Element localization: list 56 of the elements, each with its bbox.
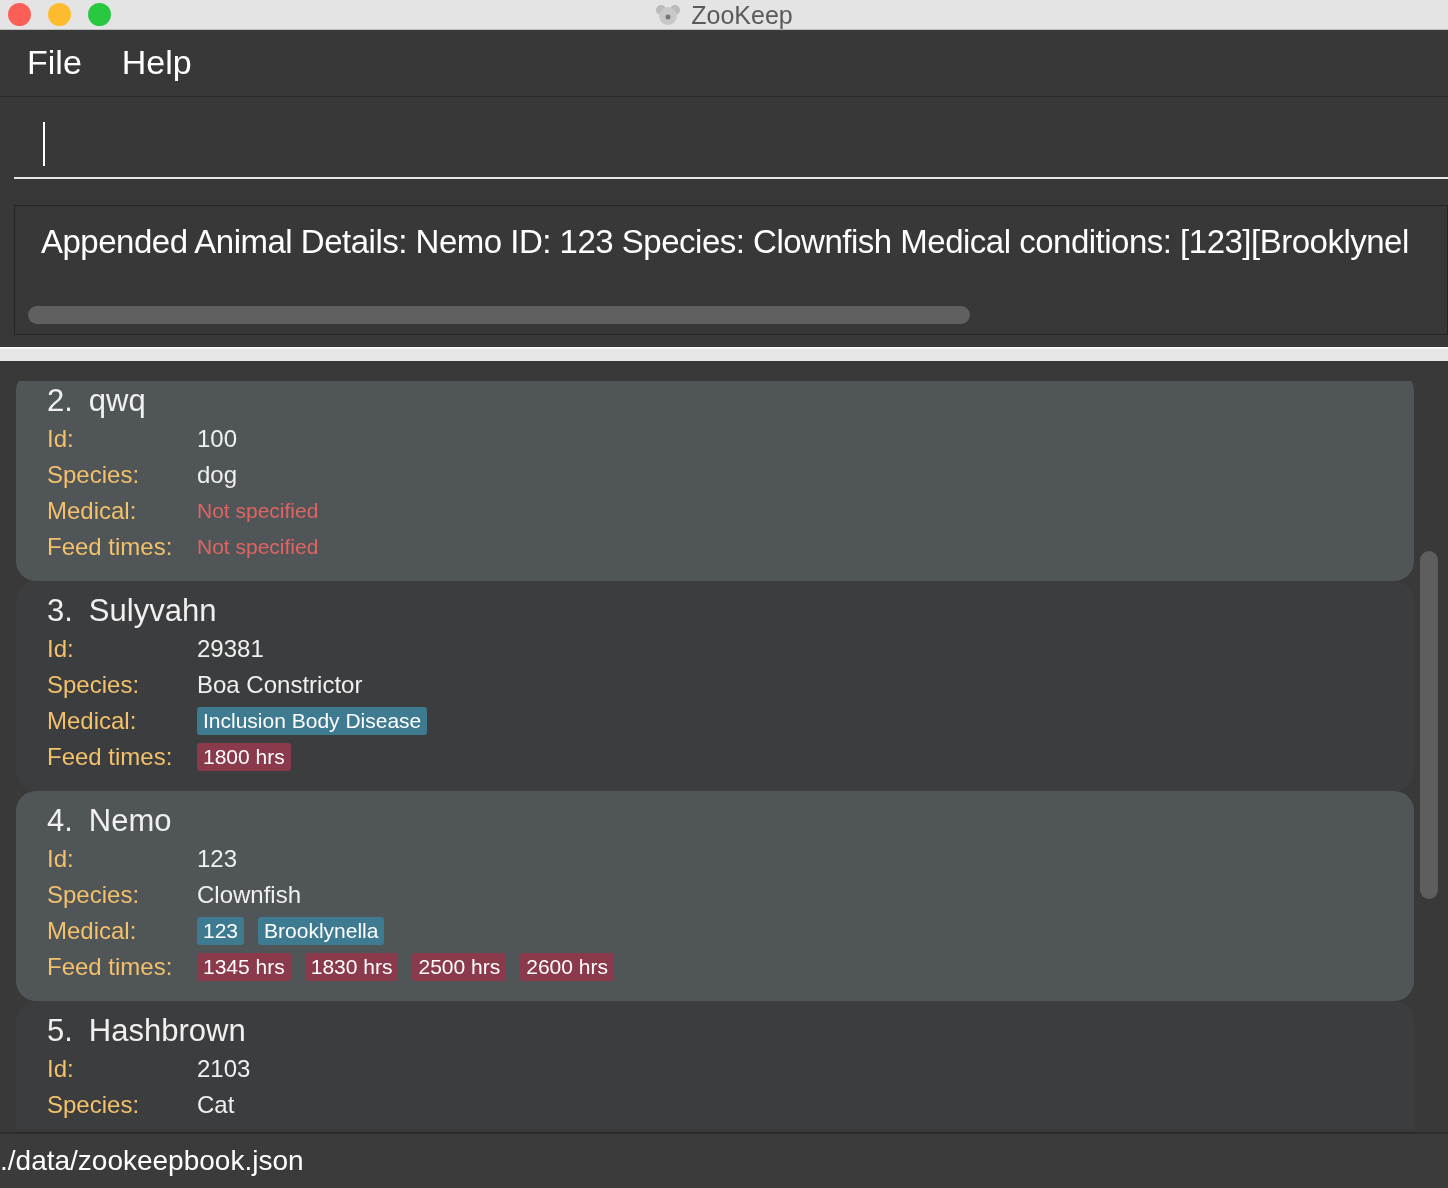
field-value: Cat (197, 1089, 235, 1120)
field-label: Feed times: (47, 951, 174, 982)
field-value: 100 (197, 423, 238, 454)
field-label: Species: (47, 1089, 141, 1120)
menu-item[interactable]: File (27, 37, 82, 89)
result-message: Appended Animal Details: Nemo ID: 123 Species: Clownfish Medical conditions: [123][Brooklynel (41, 221, 1410, 262)
field-label: Medical: (47, 495, 138, 526)
field-label: Id: (47, 423, 75, 454)
field-label: Id: (47, 1053, 75, 1084)
menu-item[interactable]: Help (121, 37, 192, 89)
field-label: Medical: (47, 705, 138, 736)
field-label: Feed times: (47, 531, 174, 562)
field-label: Feed times: (47, 741, 174, 772)
medical-tag: 123 (197, 916, 245, 945)
field-value: Not specified (197, 533, 319, 560)
feed-time-tag: 1345 hrs (197, 952, 291, 981)
field-label: Id: (47, 633, 75, 664)
animal-index: 5. (47, 1011, 73, 1050)
field-value: 29381 (197, 633, 264, 664)
animal-card[interactable]: 3. Sulyvahn Id: 29381 Species: Boa Constrictor Medical: Inclusion Body Disease Feed times: 1800 hrs (16, 580, 1414, 791)
animal-name: Hashbrown (88, 1011, 246, 1050)
field-value: dog (197, 459, 238, 490)
horizontal-scrollbar-thumb[interactable] (28, 305, 970, 324)
animal-name: Nemo (88, 801, 172, 840)
field-label: Species: (47, 669, 141, 700)
field-value: Clownfish (197, 879, 302, 910)
window-title: ZooKeep (691, 1, 793, 29)
zoom-button[interactable] (88, 3, 111, 26)
feed-time-tag: 2500 hrs (412, 952, 507, 981)
animal-card[interactable]: 4. Nemo Id: 123 Species: Clownfish Medical: 123 Brooklynella Feed times: 1345 hrs 1830 hrs 2500 hrs 2600 hrs (16, 790, 1414, 1001)
animal-card[interactable]: 5. Hashbrown Id: 2103 Species: Cat (16, 1000, 1414, 1129)
animal-index: 3. (47, 591, 73, 630)
medical-tag: Brooklynella (258, 916, 385, 945)
medical-tag: Inclusion Body Disease (197, 706, 428, 735)
field-label: Id: (47, 843, 75, 874)
field-label: Species: (47, 879, 141, 910)
app-icon (655, 3, 682, 27)
animal-index: 2. (47, 381, 73, 420)
field-value: 123 (197, 843, 238, 874)
feed-time-tag: 2600 hrs (520, 952, 614, 981)
field-label: Species: (47, 459, 141, 490)
close-button[interactable] (8, 3, 31, 26)
feed-time-tag: 1830 hrs (304, 952, 399, 981)
vertical-scrollbar-thumb[interactable] (1420, 550, 1438, 899)
field-value: Boa Constrictor (197, 669, 363, 700)
text-cursor (43, 121, 45, 166)
animal-name: Sulyvahn (88, 591, 217, 630)
animal-index: 4. (47, 801, 73, 840)
animal-name: qwq (88, 381, 146, 420)
minimize-button[interactable] (48, 3, 71, 26)
field-value: Not specified (197, 497, 319, 524)
field-label: Medical: (47, 915, 138, 946)
data-file-path: ./data/zookeepbook.json (0, 1144, 304, 1178)
animal-card[interactable]: 2. qwq Id: 100 Species: dog Medical: Not specified Feed times: Not specified (16, 380, 1414, 581)
feed-time-tag: 1800 hrs (197, 742, 291, 771)
field-value: 2103 (197, 1053, 251, 1084)
